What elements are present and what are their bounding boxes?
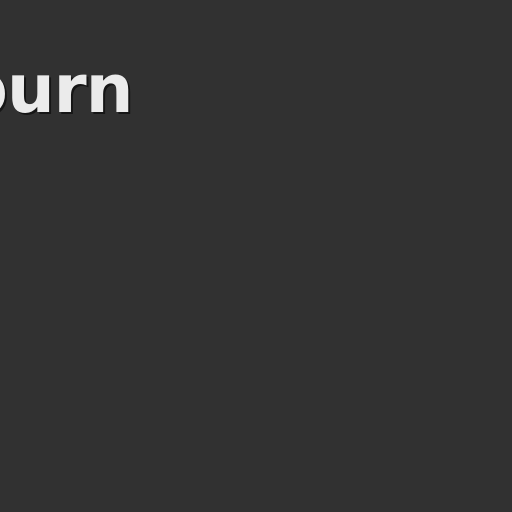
page-canvas: burn [0,0,512,512]
page-title: burn [0,50,133,128]
